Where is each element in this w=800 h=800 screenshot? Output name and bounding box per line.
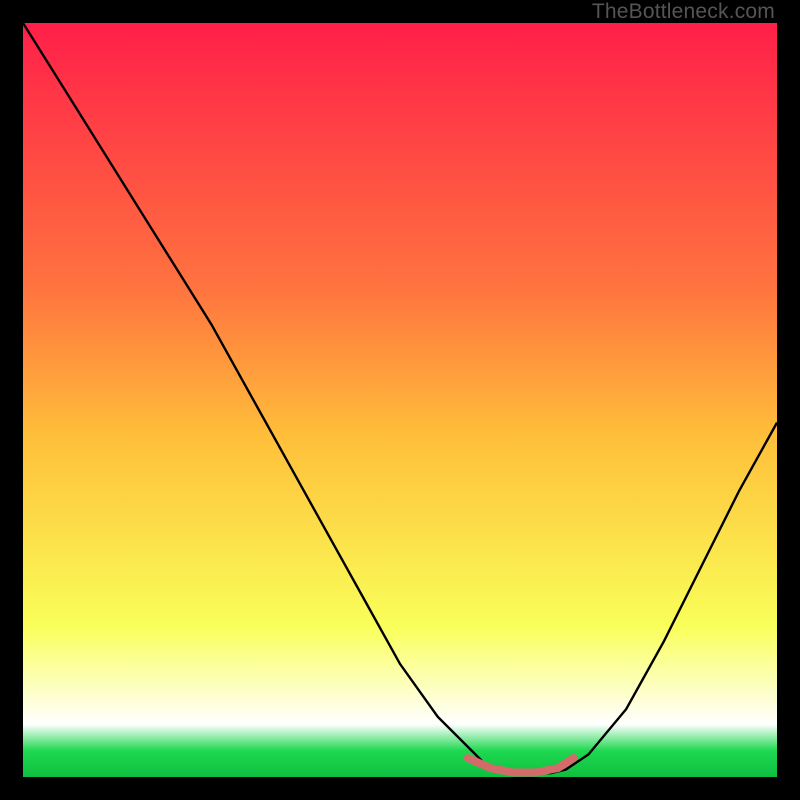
chart-frame [23, 23, 777, 777]
watermark-text: TheBottleneck.com [592, 0, 775, 24]
chart-canvas [23, 23, 777, 777]
